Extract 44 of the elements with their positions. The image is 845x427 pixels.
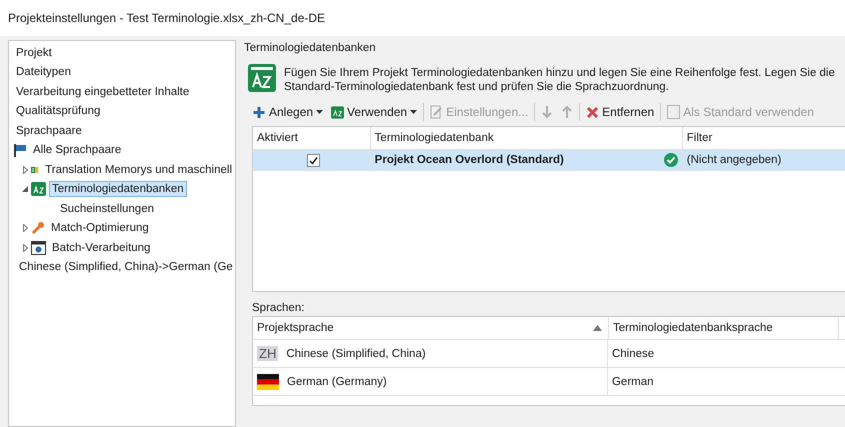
use-button[interactable]: Verwenden xyxy=(327,105,422,119)
column-header: Terminologiedatenbank xyxy=(374,132,494,144)
table-cell-text: Projekt Ocean Overlord (Standard) xyxy=(374,154,565,166)
caret-icon xyxy=(410,110,418,114)
tree-item[interactable]: Sprachpaare xyxy=(13,122,85,139)
tree-item[interactable]: Projekt xyxy=(13,44,55,61)
edit-icon xyxy=(430,105,444,119)
wrench-icon xyxy=(31,221,45,236)
tree-item[interactable]: Sucheinstellungen xyxy=(57,200,157,217)
tree-item[interactable]: Terminologiedatenbanken xyxy=(49,181,187,198)
section-label: Sprachen: xyxy=(251,301,306,316)
tree-item[interactable]: Chinese (Simplified, China)->German (Ge xyxy=(16,259,236,276)
table-cell: Chinese (Simplified, China) xyxy=(286,348,426,360)
remove-button[interactable]: Entfernen xyxy=(582,105,658,119)
caret-icon xyxy=(316,110,324,114)
window-title: Projekteinstellungen - Test Terminologie.xlsx_zh-CN_de-DE xyxy=(0,0,845,36)
tree-item[interactable]: Translation Memorys und maschinell xyxy=(42,162,235,178)
column-header[interactable]: Projektsprache xyxy=(257,322,334,334)
table-cell: Chinese xyxy=(612,348,654,360)
tree-item[interactable]: Alle Sprachpaare xyxy=(30,142,124,158)
flag-icon xyxy=(257,374,279,390)
table-cell: (Nicht angegeben) xyxy=(686,154,782,166)
arrow-up-icon xyxy=(561,105,574,119)
tree-item[interactable]: Match-Optimierung xyxy=(48,220,152,236)
language-code: ZH xyxy=(257,346,278,361)
sort-icon xyxy=(593,325,602,331)
column-header[interactable]: Terminologiedatenbanksprache xyxy=(613,322,773,334)
checkbox[interactable] xyxy=(307,154,320,166)
column-header: Aktiviert xyxy=(257,132,298,144)
tree-item[interactable]: Qualitätsprüfung xyxy=(13,103,104,120)
tree-item[interactable]: Dateitypen xyxy=(13,64,74,80)
gear-icon xyxy=(31,240,46,255)
tree-item[interactable]: Verarbeitung eingebetteter Inhalte xyxy=(13,84,192,100)
table-cell: German xyxy=(612,376,654,388)
column-header: Filter xyxy=(686,132,712,144)
section-title: Terminologiedatenbanken xyxy=(243,41,377,56)
info-text: Fügen Sie Ihrem Projekt Terminologiedatenbanken hinzu und legen Sie eine Reihenfolge fest. Legen Sie die Standard-Terminologiedatenbank fest und prüfen Sie die Sprachzuordnung. xyxy=(284,66,836,94)
plus-icon xyxy=(252,105,266,119)
delete-icon xyxy=(586,106,600,118)
arrow-down-icon xyxy=(541,105,554,119)
add-button[interactable]: Anlegen xyxy=(248,105,328,119)
flag-icon xyxy=(13,143,27,158)
tree-item[interactable]: Batch-Verarbeitung xyxy=(49,240,154,256)
table-cell: German (Germany) xyxy=(287,376,387,388)
